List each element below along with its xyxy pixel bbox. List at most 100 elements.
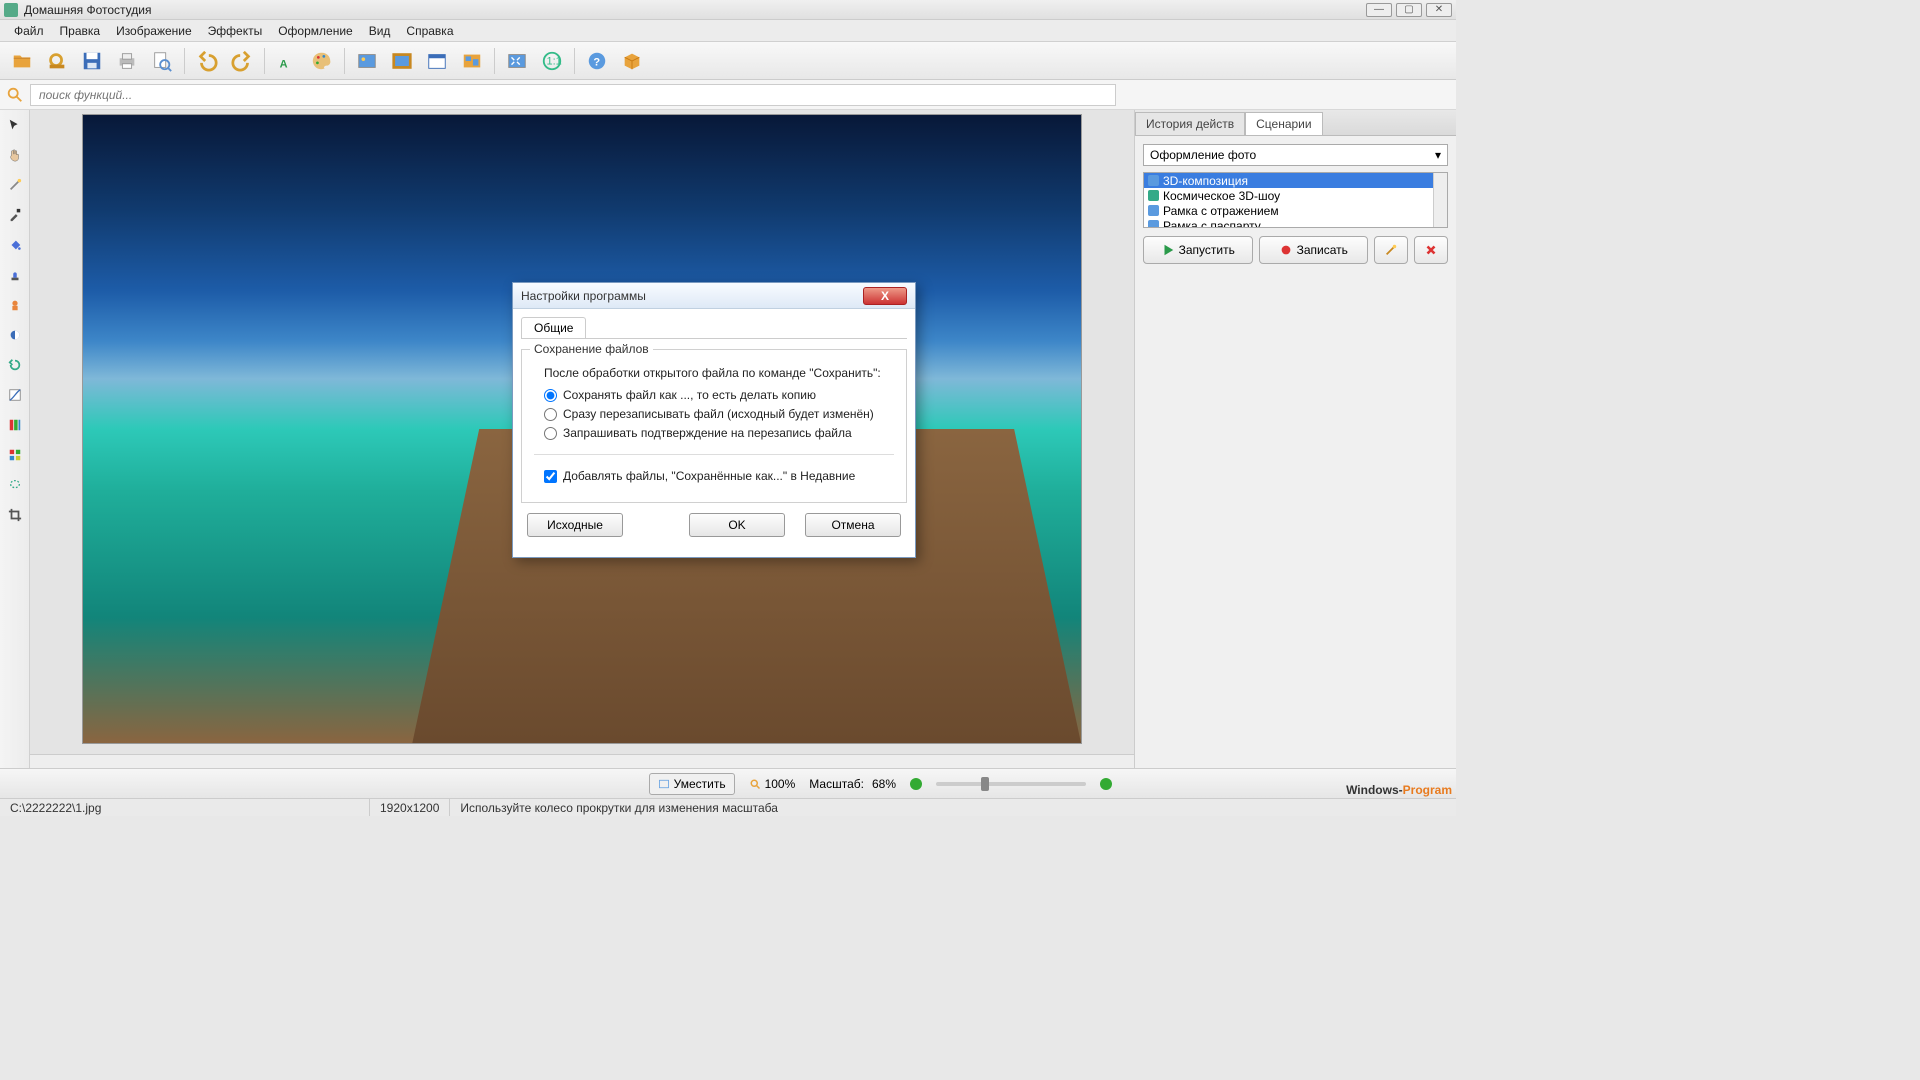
delete-scenario-button[interactable]: [1414, 236, 1448, 264]
list-scrollbar[interactable]: [1433, 173, 1447, 227]
svg-text:A: A: [280, 58, 288, 70]
eyedropper-tool[interactable]: [4, 204, 26, 226]
cancel-button[interactable]: Отмена: [805, 513, 901, 537]
wand-icon: [1384, 243, 1398, 257]
frame2-button[interactable]: [386, 46, 418, 76]
bottom-bar: Уместить 100% Масштаб: 68%: [0, 768, 1456, 798]
menu-file[interactable]: Файл: [6, 22, 52, 40]
scale-label: Масштаб:: [809, 777, 864, 791]
dialog-titlebar[interactable]: Настройки программы X: [513, 283, 915, 309]
scenario-category-select[interactable]: Оформление фото ▾: [1143, 144, 1448, 166]
lasso-tool[interactable]: [4, 474, 26, 496]
print-button[interactable]: [111, 46, 143, 76]
edit-scenario-button[interactable]: [1374, 236, 1408, 264]
curves-tool[interactable]: [4, 384, 26, 406]
zoom-icon: [749, 778, 761, 790]
fit-icon: [658, 778, 670, 790]
status-bar: C:\2222222\1.jpg 1920x1200 Используйте к…: [0, 798, 1456, 816]
wand-tool[interactable]: [4, 174, 26, 196]
horizontal-scrollbar[interactable]: [30, 754, 1134, 768]
menu-image[interactable]: Изображение: [108, 22, 200, 40]
check-add-recent[interactable]: Добавлять файлы, "Сохранённые как..." в …: [544, 469, 894, 483]
list-item[interactable]: Рамка с отражением: [1144, 203, 1447, 218]
zoom-in-button[interactable]: [1100, 778, 1112, 790]
rotate-tool[interactable]: [4, 354, 26, 376]
text-button[interactable]: A: [271, 46, 303, 76]
settings-dialog: Настройки программы X Общие Сохранение ф…: [512, 282, 916, 558]
minimize-button[interactable]: —: [1366, 3, 1392, 17]
status-hint: Используйте колесо прокрутки для изменен…: [450, 799, 1456, 816]
collage-button[interactable]: [456, 46, 488, 76]
search-input[interactable]: [30, 84, 1116, 106]
scenario-list[interactable]: 3D-композиция Космическое 3D-шоу Рамка с…: [1143, 172, 1448, 228]
zoom-out-button[interactable]: [910, 778, 922, 790]
preview-button[interactable]: [146, 46, 178, 76]
menubar: Файл Правка Изображение Эффекты Оформлен…: [0, 20, 1456, 42]
left-toolbar: [0, 110, 30, 768]
calendar-button[interactable]: [421, 46, 453, 76]
undo-button[interactable]: [191, 46, 223, 76]
pointer-tool[interactable]: [4, 114, 26, 136]
svg-text:1:1: 1:1: [547, 55, 562, 67]
radio-save-as-copy[interactable]: Сохранять файл как ..., то есть делать к…: [544, 388, 894, 402]
redo-button[interactable]: [226, 46, 258, 76]
play-icon: [1161, 243, 1175, 257]
ok-button[interactable]: OK: [689, 513, 785, 537]
save-button[interactable]: [76, 46, 108, 76]
channels-tool[interactable]: [4, 444, 26, 466]
delete-icon: [1424, 243, 1438, 257]
menu-design[interactable]: Оформление: [270, 22, 360, 40]
brightness-tool[interactable]: [4, 324, 26, 346]
help-button[interactable]: ?: [581, 46, 613, 76]
watermark: Windows-Program: [1346, 782, 1452, 797]
status-path: C:\2222222\1.jpg: [0, 799, 370, 816]
dialog-tab-general[interactable]: Общие: [521, 317, 586, 338]
right-panel: История действ Сценарии Оформление фото …: [1134, 110, 1456, 768]
record-icon: [1279, 243, 1293, 257]
run-button[interactable]: Запустить: [1143, 236, 1253, 264]
app-icon: [4, 3, 18, 17]
close-window-button[interactable]: ✕: [1426, 3, 1452, 17]
browse-button[interactable]: [41, 46, 73, 76]
frame1-button[interactable]: [351, 46, 383, 76]
list-item[interactable]: Космическое 3D-шоу: [1144, 188, 1447, 203]
fieldset-desc: После обработки открытого файла по коман…: [544, 366, 894, 380]
stamp-tool[interactable]: [4, 264, 26, 286]
palette-button[interactable]: [306, 46, 338, 76]
clone-tool[interactable]: [4, 294, 26, 316]
searchbar: [0, 80, 1456, 110]
levels-tool[interactable]: [4, 414, 26, 436]
fit-button[interactable]: Уместить: [649, 773, 735, 795]
bucket-tool[interactable]: [4, 234, 26, 256]
tab-scenarios[interactable]: Сценарии: [1245, 112, 1322, 135]
search-icon: [6, 86, 24, 104]
dialog-title: Настройки программы: [521, 289, 863, 303]
maximize-button[interactable]: ▢: [1396, 3, 1422, 17]
menu-edit[interactable]: Правка: [52, 22, 109, 40]
svg-text:?: ?: [593, 56, 600, 68]
defaults-button[interactable]: Исходные: [527, 513, 623, 537]
radio-confirm[interactable]: Запрашивать подтверждение на перезапись …: [544, 426, 894, 440]
tab-history[interactable]: История действ: [1135, 112, 1245, 135]
fieldset-legend: Сохранение файлов: [530, 342, 653, 356]
menu-help[interactable]: Справка: [398, 22, 461, 40]
zoom-slider[interactable]: [936, 782, 1086, 786]
fit-screen-button[interactable]: [501, 46, 533, 76]
chevron-down-icon: ▾: [1435, 148, 1441, 162]
radio-overwrite[interactable]: Сразу перезаписывать файл (исходный буде…: [544, 407, 894, 421]
list-item[interactable]: Рамка с паспарту: [1144, 218, 1447, 228]
hand-tool[interactable]: [4, 144, 26, 166]
actual-size-button[interactable]: 1:1: [536, 46, 568, 76]
scale-value: 68%: [872, 777, 896, 791]
menu-effects[interactable]: Эффекты: [200, 22, 271, 40]
record-button[interactable]: Записать: [1259, 236, 1369, 264]
crop-tool[interactable]: [4, 504, 26, 526]
titlebar: Домашняя Фотостудия — ▢ ✕: [0, 0, 1456, 20]
dialog-close-button[interactable]: X: [863, 287, 907, 305]
open-button[interactable]: [6, 46, 38, 76]
menu-view[interactable]: Вид: [361, 22, 399, 40]
package-button[interactable]: [616, 46, 648, 76]
save-fieldset: Сохранение файлов После обработки открыт…: [521, 349, 907, 503]
list-item[interactable]: 3D-композиция: [1144, 173, 1447, 188]
zoom-percent: 100%: [765, 777, 796, 791]
